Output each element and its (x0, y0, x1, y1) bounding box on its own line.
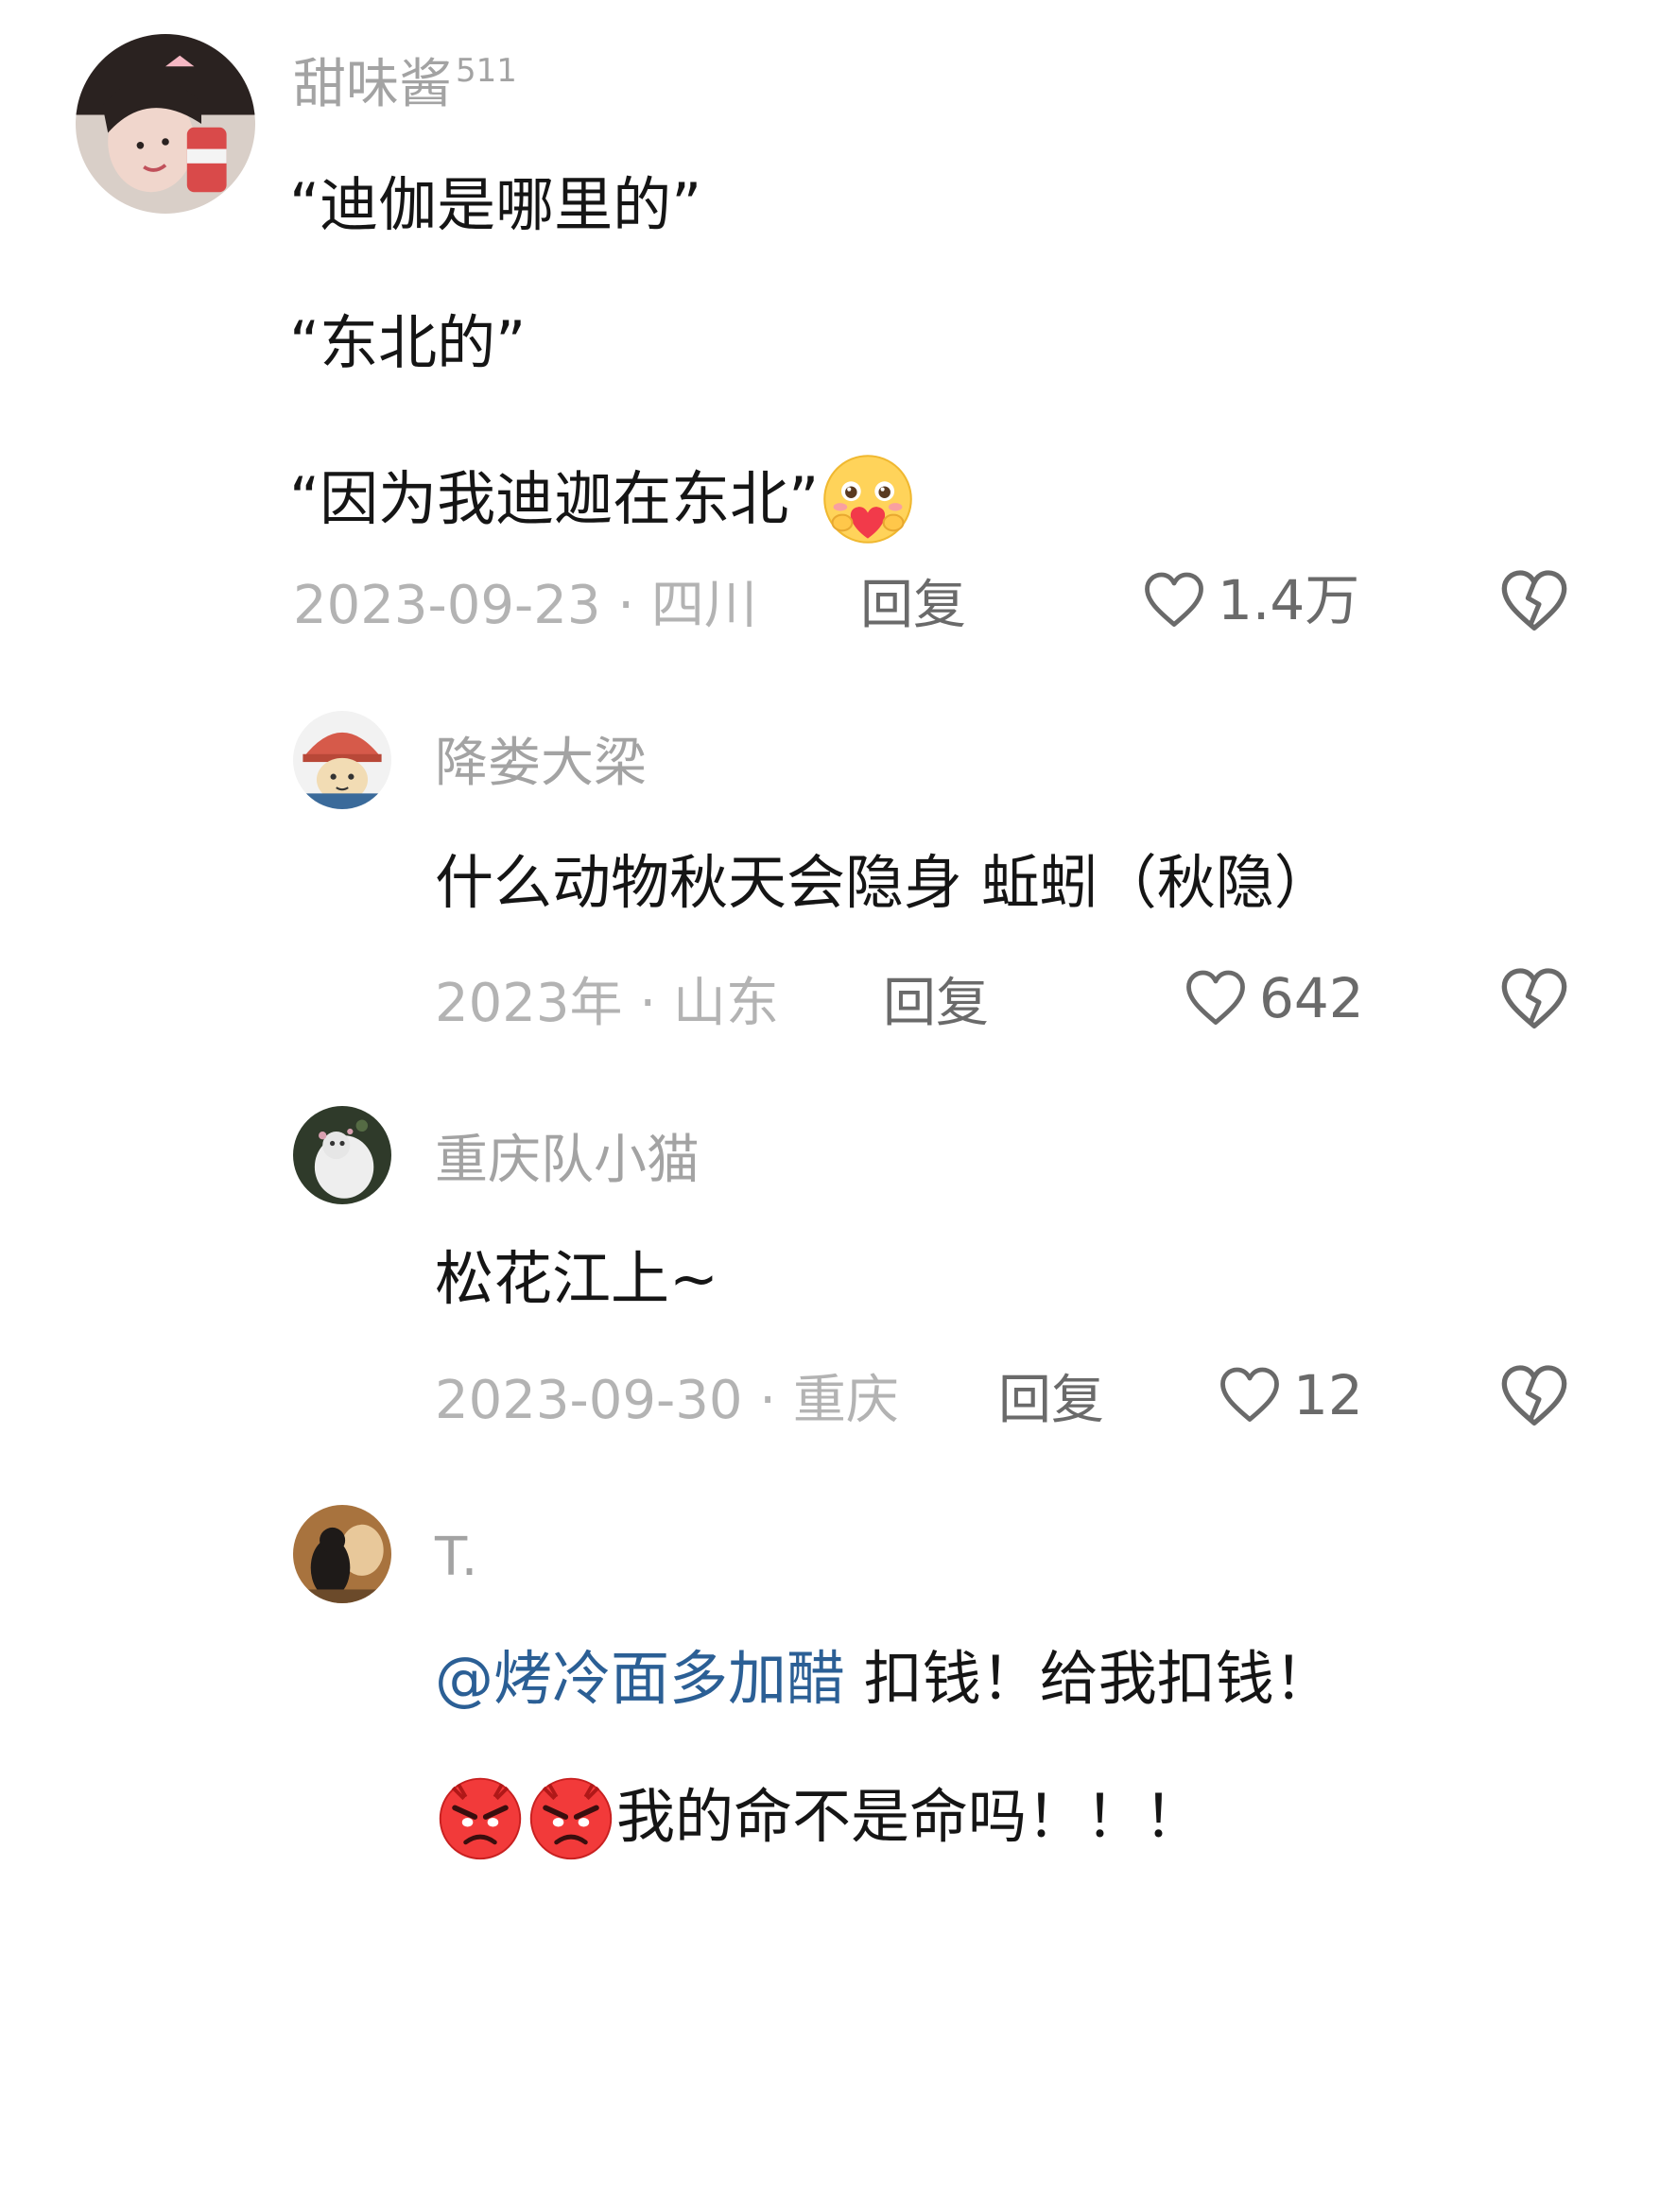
broken-heart-icon (1496, 961, 1572, 1037)
dislike-button[interactable] (1496, 1358, 1572, 1434)
comment-text: 什么动物秋天会隐身 蚯蚓（秋隐） (435, 848, 1333, 917)
reply-button[interactable]: 回复 (998, 1374, 1104, 1427)
comment-text: 我的命不是命吗！！！ (616, 1782, 1203, 1851)
like-count: 12 (1293, 1363, 1363, 1427)
like-button[interactable]: 12 (1216, 1358, 1363, 1432)
dislike-button[interactable] (1496, 563, 1572, 639)
username-text: 甜味酱 (293, 54, 452, 115)
angry-face-emoji (526, 1771, 616, 1862)
comment-text-line: “东北的” (289, 308, 527, 377)
comment-date-location: 2023年 · 山东 (435, 973, 779, 1034)
username[interactable]: 降娄大梁 (435, 737, 647, 790)
username[interactable]: 甜味酱 511 (293, 55, 517, 112)
username[interactable]: 重庆队小猫 (435, 1134, 700, 1187)
avatar[interactable] (76, 34, 255, 214)
reply-button[interactable]: 回复 (883, 977, 989, 1030)
heart-outline-icon (1182, 964, 1250, 1032)
comment-text-line: “因为我迪迦在东北” (289, 450, 917, 548)
username[interactable]: T. (435, 1531, 477, 1584)
comment-text-line: @烤冷面多加醋 扣钱！给我扣钱！ (435, 1650, 1333, 1708)
like-count: 1.4万 (1218, 568, 1360, 632)
heart-outline-icon (1216, 1361, 1284, 1429)
username-superscript: 511 (456, 52, 517, 90)
avatar[interactable] (293, 711, 391, 809)
comment-date-location: 2023-09-23 · 四川 (293, 575, 757, 636)
angry-face-emoji (435, 1771, 526, 1862)
like-button[interactable]: 1.4万 (1140, 563, 1359, 637)
comment-text-line: “迪伽是哪里的” (289, 170, 702, 239)
broken-heart-icon (1496, 563, 1572, 639)
comment-date-location: 2023-09-30 · 重庆 (435, 1370, 899, 1431)
broken-heart-icon (1496, 1358, 1572, 1434)
avatar[interactable] (293, 1505, 391, 1603)
mention-link[interactable]: @烤冷面多加醋 (435, 1644, 845, 1713)
comment-text: “因为我迪迦在东北” (289, 464, 820, 533)
heart-outline-icon (1140, 566, 1208, 634)
comment-text-line: 我的命不是命吗！！！ (435, 1771, 1202, 1862)
comment-text: 扣钱！给我扣钱！ (845, 1644, 1333, 1713)
comment-text: 松花江上~ (435, 1244, 718, 1313)
avatar[interactable] (293, 1106, 391, 1204)
like-button[interactable]: 642 (1182, 961, 1364, 1035)
shy-heart-emoji (819, 450, 917, 548)
dislike-button[interactable] (1496, 961, 1572, 1037)
reply-button[interactable]: 回复 (860, 579, 966, 632)
like-count: 642 (1259, 966, 1364, 1030)
comment-thread: 甜味酱 511 “迪伽是哪里的” “东北的” “因为我迪迦在东北” 2023-09… (0, 0, 1660, 2212)
